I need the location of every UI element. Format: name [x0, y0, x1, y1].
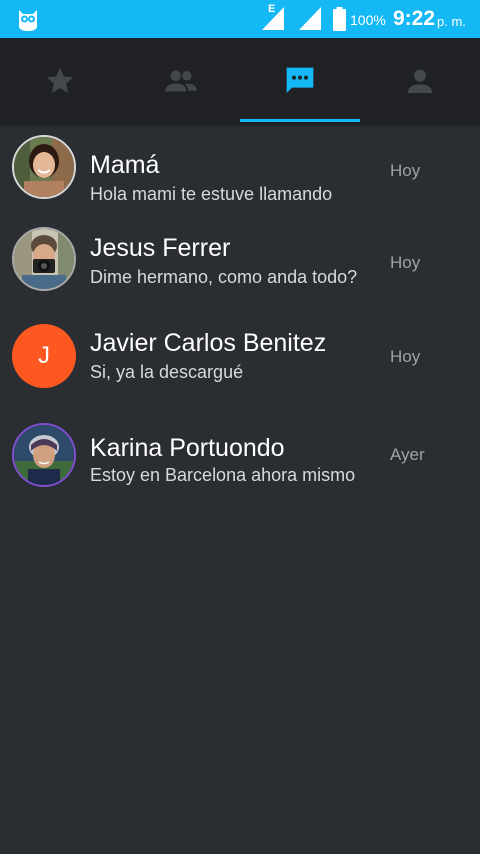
battery-icon [333, 7, 346, 31]
clock-time: 9:22 [393, 7, 436, 30]
person-icon [408, 69, 432, 93]
signal-icon [262, 7, 284, 30]
message-time: Hoy [390, 347, 421, 366]
clock-ampm: p. m. [437, 14, 466, 29]
conversation-item[interactable]: Karina Portuondo Estoy en Barcelona ahor… [0, 418, 480, 512]
chat-icon [286, 67, 314, 93]
contact-name: Jesus Ferrer [90, 234, 231, 262]
avatar[interactable] [12, 423, 76, 487]
signal-icon [299, 7, 321, 30]
star-icon [46, 67, 74, 93]
message-snippet: Estoy en Barcelona ahora mismo [90, 465, 356, 485]
tab-chats[interactable] [240, 38, 360, 122]
contact-name: Javier Carlos Benitez [90, 329, 327, 357]
message-snippet: Si, ya la descargué [90, 362, 244, 382]
tab-groups[interactable] [120, 38, 240, 122]
tab-bar-shadow [0, 122, 480, 128]
avatar[interactable] [12, 227, 76, 291]
contact-name: Karina Portuondo [90, 434, 285, 462]
tab-bar [0, 38, 480, 122]
status-bar: E 100% 9:22 p. m. [0, 0, 480, 38]
conversation-item[interactable]: Jesus Ferrer Dime hermano, como anda tod… [0, 222, 480, 316]
message-time: Hoy [390, 253, 421, 272]
message-snippet: Hola mami te estuve llamando [90, 184, 333, 204]
group-icon [165, 70, 197, 92]
avatar[interactable] [12, 135, 76, 199]
message-time: Ayer [390, 445, 425, 464]
owl-app-icon [19, 10, 37, 31]
contact-name: Mamá [90, 151, 160, 179]
message-snippet: Dime hermano, como anda todo? [90, 267, 358, 287]
tab-favorites[interactable] [0, 38, 120, 122]
tab-contacts[interactable] [360, 38, 480, 122]
avatar-initial[interactable]: J [12, 324, 76, 388]
conversation-item[interactable]: Mamá Hola mami te estuve llamando Hoy [0, 130, 480, 224]
message-time: Hoy [390, 161, 421, 180]
battery-percent: 100% [350, 12, 386, 28]
conversation-item[interactable]: J Javier Carlos Benitez Si, ya la descar… [0, 316, 480, 410]
